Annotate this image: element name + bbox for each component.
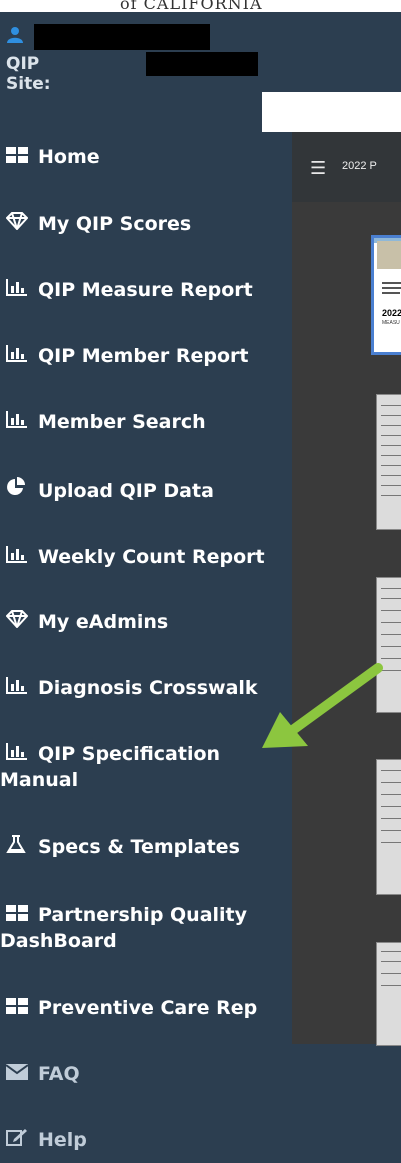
pdf-page-thumbnail-5[interactable] <box>376 942 401 1046</box>
redacted-username <box>34 24 210 50</box>
user-icon <box>7 27 23 43</box>
pdf-page-thumbnail-2[interactable] <box>376 394 401 530</box>
menu-item-upload-qip-data[interactable]: Upload QIP Data <box>6 477 291 504</box>
diamond-icon <box>5 609 30 635</box>
menu-item-home[interactable]: Home <box>6 144 291 170</box>
cover-subtitle: MEASU <box>382 320 400 326</box>
menu-label-help: Help <box>38 1129 87 1151</box>
menu-item-qip-member-report[interactable]: QIP Member Report <box>6 343 291 369</box>
flask-icon <box>6 834 30 860</box>
green-arrow-annotation <box>262 663 383 748</box>
qip-site-label: QIP Site: <box>6 54 51 94</box>
menu-label-upload-qip-data: Upload QIP Data <box>38 480 214 502</box>
menu-label-member-search: Member Search <box>38 411 206 433</box>
menu-label-qip-specification-manual-1: QIP Specification <box>38 743 221 765</box>
menu-label-faq: FAQ <box>38 1063 80 1085</box>
edit-icon <box>6 1127 30 1153</box>
content-header-bar <box>262 92 401 132</box>
menu-label-qip-measure-report: QIP Measure Report <box>38 279 253 301</box>
bar-chart-icon <box>6 675 30 701</box>
envelope-icon <box>5 1061 30 1087</box>
pie-chart-icon <box>6 477 30 504</box>
menu-item-faq[interactable]: FAQ <box>5 1061 291 1087</box>
menu-item-help[interactable]: Help <box>6 1127 291 1153</box>
menu-item-qip-specification-manual[interactable]: QIP Specification Manual <box>0 741 291 793</box>
menu-label-preventive-care-report: Preventive Care Rep <box>38 997 258 1019</box>
pdf-page-thumbnail-4[interactable] <box>376 759 401 895</box>
menu-label-qip-specification-manual-2: Manual <box>0 769 79 791</box>
org-name-text: of CALIFORNIA <box>120 0 263 12</box>
menu-label-specs-templates: Specs & Templates <box>38 836 240 858</box>
menu-label-weekly-count-report: Weekly Count Report <box>38 546 265 568</box>
menu-item-member-search[interactable]: Member Search <box>6 409 291 435</box>
menu-item-specs-templates[interactable]: Specs & Templates <box>6 834 291 860</box>
bar-chart-icon <box>6 741 30 767</box>
menu-item-my-eadmins[interactable]: My eAdmins <box>5 609 291 635</box>
pdf-page-thumbnail-1[interactable]: 2022 MEASU <box>371 235 401 355</box>
menu-label-qip-member-report: QIP Member Report <box>38 345 249 367</box>
menu-label-diagnosis-crosswalk: Diagnosis Crosswalk <box>38 677 258 699</box>
menu-label-my-eadmins: My eAdmins <box>38 611 169 633</box>
menu-label-partnership-quality-2: DashBoard <box>0 930 117 952</box>
pdf-viewer: ☰ 2022 P 2022 MEASU <box>292 132 401 1046</box>
menu-item-preventive-care-report[interactable]: Preventive Care Rep <box>6 995 291 1021</box>
bar-chart-icon <box>6 544 30 570</box>
grid-icon <box>6 995 30 1021</box>
grid-icon <box>6 902 30 928</box>
cover-year: 2022 <box>382 308 401 318</box>
bar-chart-icon <box>6 277 30 303</box>
cover-image <box>377 241 401 269</box>
bar-chart-icon <box>6 343 30 369</box>
menu-item-diagnosis-crosswalk[interactable]: Diagnosis Crosswalk <box>6 675 291 701</box>
hamburger-icon[interactable]: ☰ <box>310 158 326 179</box>
redacted-site-name <box>146 52 258 76</box>
menu-label-partnership-quality-1: Partnership Quality <box>38 904 248 926</box>
top-strip: of CALIFORNIA <box>0 0 401 12</box>
menu-item-weekly-count-report[interactable]: Weekly Count Report <box>6 544 291 570</box>
bar-chart-icon <box>6 409 30 435</box>
menu-item-my-qip-scores[interactable]: My QIP Scores <box>5 211 291 237</box>
diamond-icon <box>5 211 30 237</box>
pdf-toolbar: ☰ 2022 P <box>292 132 401 202</box>
menu-item-qip-measure-report[interactable]: QIP Measure Report <box>6 277 291 303</box>
menu-item-partnership-quality-dashboard[interactable]: Partnership Quality DashBoard <box>0 902 291 954</box>
menu-label-home: Home <box>38 146 100 168</box>
pdf-title: 2022 P <box>342 160 377 172</box>
menu-label-my-qip-scores: My QIP Scores <box>38 213 192 235</box>
grid-icon <box>6 144 30 170</box>
